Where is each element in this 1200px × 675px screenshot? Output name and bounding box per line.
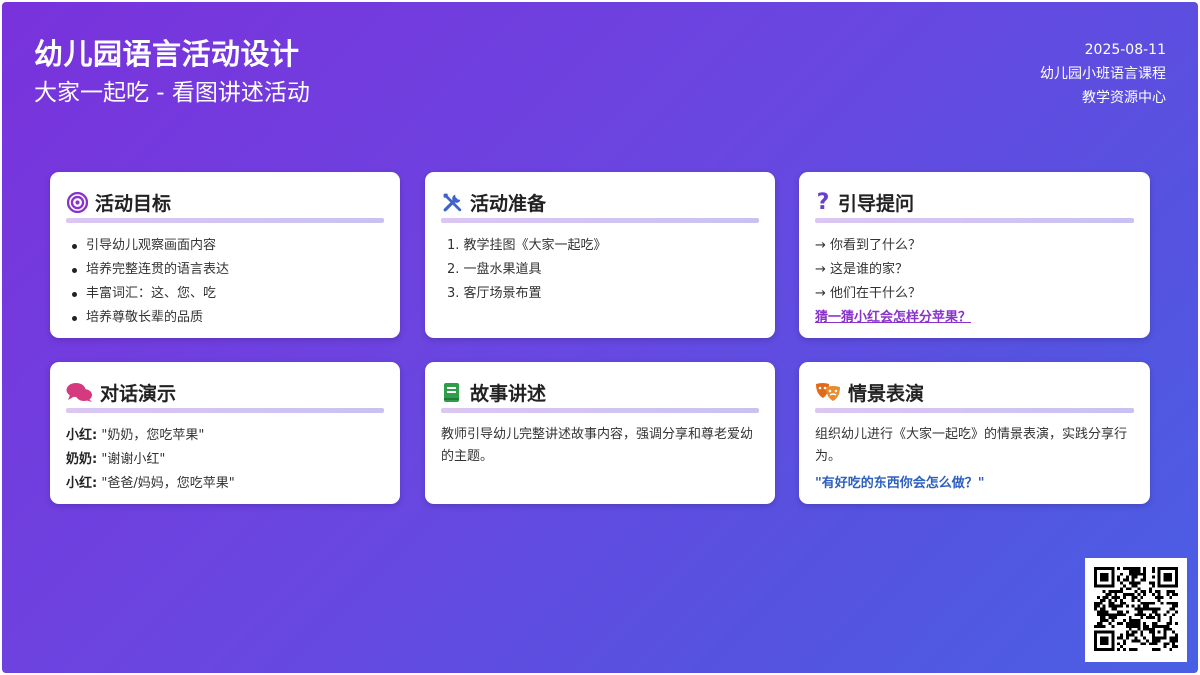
chat-icon bbox=[66, 381, 93, 403]
roleplay-quote: "有好吃的东西你会怎么做？" bbox=[815, 476, 985, 491]
card-questions: ? 引导提问 → 你看到了什么？ → 这是谁的家？ → 他们在干什么？ 猜一猜小… bbox=[799, 172, 1150, 338]
card-prep: 活动准备 1. 教学挂图《大家一起吃》 2. 一盘水果道具 3. 客厅场景布置 bbox=[425, 172, 775, 338]
dialogue-text: "爸爸/妈妈，您吃苹果" bbox=[97, 476, 235, 491]
list-item: 培养尊敬长辈的品质 bbox=[66, 306, 384, 330]
page-subtitle: 大家一起吃 - 看图讲述活动 bbox=[34, 80, 310, 106]
card-title: 故事讲述 bbox=[470, 382, 547, 405]
dialogue-line: 小红: "爸爸/妈妈，您吃苹果" bbox=[66, 472, 384, 496]
card-title: 活动目标 bbox=[95, 192, 172, 215]
book-icon bbox=[441, 381, 463, 403]
center-text: 教学资源中心 bbox=[1082, 90, 1166, 106]
question-item: → 这是谁的家？ bbox=[815, 262, 909, 277]
card-title: 活动准备 bbox=[470, 192, 547, 215]
list-item: 1. 教学挂图《大家一起吃》 bbox=[447, 238, 607, 253]
card-title: 情景表演 bbox=[848, 382, 925, 405]
list-item: 丰富词汇：这、您、吃 bbox=[66, 282, 384, 306]
divider bbox=[441, 218, 759, 223]
roleplay-text: 组织幼儿进行《大家一起吃》的情景表演，实践分享行为。 bbox=[815, 427, 1128, 464]
speaker-label: 奶奶: bbox=[66, 452, 98, 467]
card-goals: 活动目标 引导幼儿观察画面内容 培养完整连贯的语言表达 丰富词汇：这、您、吃 培… bbox=[50, 172, 400, 338]
tools-icon bbox=[441, 191, 463, 213]
dialogue-line: 奶奶: "谢谢小红" bbox=[66, 448, 384, 472]
speaker-label: 小红: bbox=[66, 476, 98, 491]
slide: 幼儿园语言活动设计 大家一起吃 - 看图讲述活动 2025-08-11 幼儿园小… bbox=[2, 2, 1198, 673]
course-text: 幼儿园小班语言课程 bbox=[1040, 66, 1166, 82]
dialogue-text: "谢谢小红" bbox=[97, 452, 166, 467]
qr-code bbox=[1085, 558, 1187, 662]
dialogue-line: 小红: "奶奶，您吃苹果" bbox=[66, 424, 384, 448]
list-item: 引导幼儿观察画面内容 bbox=[66, 234, 384, 258]
divider bbox=[441, 408, 759, 413]
divider bbox=[66, 408, 384, 413]
card-title: 对话演示 bbox=[100, 382, 177, 405]
page-title: 幼儿园语言活动设计 bbox=[34, 37, 300, 71]
question-icon: ? bbox=[816, 189, 830, 215]
card-dialogue: 对话演示 小红: "奶奶，您吃苹果" 奶奶: "谢谢小红" 小红: "爸爸/妈妈… bbox=[50, 362, 400, 504]
divider bbox=[815, 408, 1134, 413]
date-text: 2025-08-11 bbox=[1084, 42, 1166, 58]
theater-masks-icon bbox=[815, 381, 841, 403]
divider bbox=[815, 218, 1134, 223]
list-item: 2. 一盘水果道具 bbox=[447, 262, 542, 277]
card-title: 引导提问 bbox=[838, 192, 915, 215]
divider bbox=[66, 218, 384, 223]
question-item: → 你看到了什么？ bbox=[815, 238, 922, 253]
target-icon bbox=[66, 191, 88, 213]
dialogue-text: "奶奶，您吃苹果" bbox=[97, 428, 205, 443]
header-meta: 2025-08-11 幼儿园小班语言课程 教学资源中心 bbox=[1040, 38, 1166, 110]
list-item: 3. 客厅场景布置 bbox=[447, 286, 542, 301]
speaker-label: 小红: bbox=[66, 428, 98, 443]
list-item: 培养完整连贯的语言表达 bbox=[66, 258, 384, 282]
card-story: 故事讲述 教师引导幼儿完整讲述故事内容，强调分享和尊老爱幼的主题。 bbox=[425, 362, 775, 504]
question-link[interactable]: 猜一猜小红会怎样分苹果？ bbox=[815, 306, 1134, 330]
card-roleplay: 情景表演 组织幼儿进行《大家一起吃》的情景表演，实践分享行为。 "有好吃的东西你… bbox=[799, 362, 1150, 504]
story-text: 教师引导幼儿完整讲述故事内容，强调分享和尊老爱幼的主题。 bbox=[441, 427, 754, 464]
header: 幼儿园语言活动设计 大家一起吃 - 看图讲述活动 bbox=[34, 36, 310, 108]
question-item: → 他们在干什么？ bbox=[815, 286, 922, 301]
